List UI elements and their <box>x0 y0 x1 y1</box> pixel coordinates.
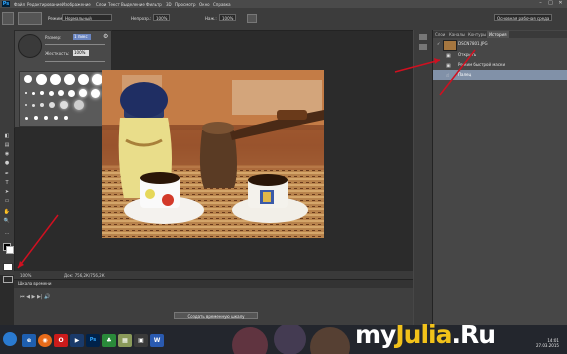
arrow-to-quickmask <box>17 214 59 269</box>
viewer-icon[interactable]: ▣ <box>134 334 148 347</box>
watermark: myJulia.Ru <box>355 320 496 349</box>
opera-icon[interactable]: O <box>54 334 68 347</box>
media-icon[interactable]: ▶ <box>70 334 84 347</box>
start-button[interactable] <box>3 332 17 346</box>
explorer-icon[interactable]: e <box>22 334 36 347</box>
game-icon[interactable]: ♣ <box>102 334 116 347</box>
arrow-to-snapshot <box>439 49 476 96</box>
annotation-arrows <box>17 49 476 269</box>
taskbar-clock[interactable]: 14:01 27.03.2015 <box>536 338 559 348</box>
arrow-to-history <box>394 59 441 73</box>
firefox-icon[interactable]: ◉ <box>38 334 52 347</box>
word-icon[interactable]: W <box>150 334 164 347</box>
photoshop-taskbar-icon[interactable]: Ps <box>86 334 100 347</box>
photos-icon[interactable]: ▦ <box>118 334 132 347</box>
